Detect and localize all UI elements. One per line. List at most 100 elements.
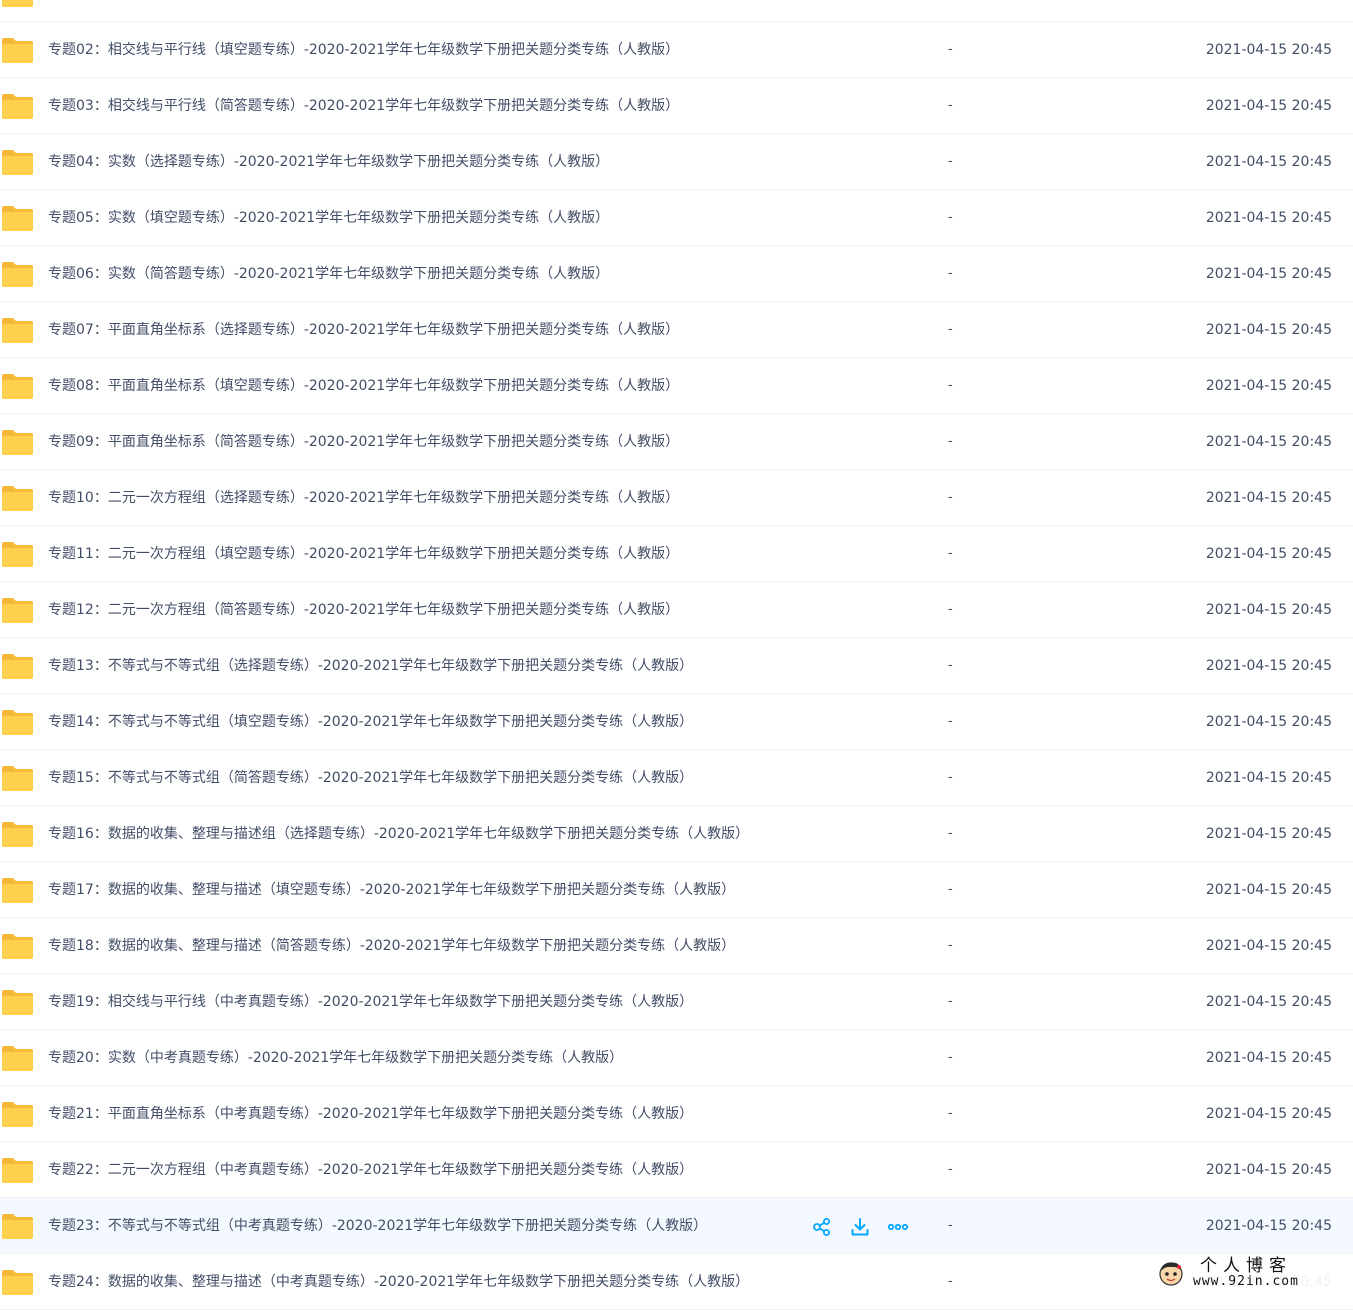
file-row[interactable]: 专题18：数据的收集、整理与描述（简答题专练）-2020-2021学年七年级数学… [0, 918, 1353, 974]
file-name-link[interactable]: 专题05：实数（填空题专练）-2020-2021学年七年级数学下册把关题分类专练… [48, 190, 609, 246]
file-size: - [948, 974, 953, 1030]
folder-icon [1, 765, 34, 792]
file-row[interactable]: 专题04：实数（选择题专练）-2020-2021学年七年级数学下册把关题分类专练… [0, 134, 1353, 190]
folder-icon [1, 429, 34, 456]
file-name-link[interactable]: 专题02：相交线与平行线（填空题专练）-2020-2021学年七年级数学下册把关… [48, 22, 679, 78]
folder-icon [1, 877, 34, 904]
file-date: 2021-04-15 20:45 [1206, 78, 1332, 134]
file-row[interactable]: 专题12：二元一次方程组（简答题专练）-2020-2021学年七年级数学下册把关… [0, 582, 1353, 638]
file-row[interactable]: 专题20：实数（中考真题专练）-2020-2021学年七年级数学下册把关题分类专… [0, 1030, 1353, 1086]
file-row[interactable]: 专题17：数据的收集、整理与描述（填空题专练）-2020-2021学年七年级数学… [0, 862, 1353, 918]
folder-icon [1, 821, 34, 848]
file-row[interactable]: 专题09：平面直角坐标系（简答题专练）-2020-2021学年七年级数学下册把关… [0, 414, 1353, 470]
file-date: 2021-04-15 20:45 [1206, 526, 1332, 582]
watermark-text: 个人博客 www.92in.com [1193, 1258, 1299, 1288]
more-button[interactable] [886, 1215, 910, 1239]
file-size: - [948, 414, 953, 470]
file-size: - [948, 1254, 953, 1310]
folder-icon [1, 205, 34, 232]
file-row[interactable]: 专题02：相交线与平行线（填空题专练）-2020-2021学年七年级数学下册把关… [0, 22, 1353, 78]
file-date: 2021-04-15 20:45 [1206, 694, 1332, 750]
file-size: - [948, 22, 953, 78]
file-row[interactable]: 专题03：相交线与平行线（简答题专练）-2020-2021学年七年级数学下册把关… [0, 78, 1353, 134]
file-row[interactable]: 专题13：不等式与不等式组（选择题专练）-2020-2021学年七年级数学下册把… [0, 638, 1353, 694]
file-size: - [948, 694, 953, 750]
file-date: 2021-04-15 20:45 [1206, 302, 1332, 358]
file-row[interactable]: 专题06：实数（简答题专练）-2020-2021学年七年级数学下册把关题分类专练… [0, 246, 1353, 302]
download-button[interactable] [848, 1215, 872, 1239]
file-name-link[interactable]: 专题11：二元一次方程组（填空题专练）-2020-2021学年七年级数学下册把关… [48, 526, 679, 582]
file-date: 2021-04-15 20:45 [1206, 246, 1332, 302]
watermark-url: www.92in.com [1193, 1275, 1299, 1288]
share-button[interactable] [810, 1215, 834, 1239]
file-name-link[interactable]: 专题14：不等式与不等式组（填空题专练）-2020-2021学年七年级数学下册把… [48, 694, 693, 750]
folder-icon [1, 709, 34, 736]
file-size: - [948, 358, 953, 414]
watermark-title: 个人博客 [1193, 1258, 1299, 1275]
file-name-link[interactable]: 专题19：相交线与平行线（中考真题专练）-2020-2021学年七年级数学下册把… [48, 974, 693, 1030]
file-name-link[interactable]: 专题20：实数（中考真题专练）-2020-2021学年七年级数学下册把关题分类专… [48, 1030, 623, 1086]
file-size: - [948, 134, 953, 190]
file-size: - [948, 470, 953, 526]
file-name-link[interactable]: 专题12：二元一次方程组（简答题专练）-2020-2021学年七年级数学下册把关… [48, 582, 679, 638]
file-row[interactable]: 专题07：平面直角坐标系（选择题专练）-2020-2021学年七年级数学下册把关… [0, 302, 1353, 358]
file-name-link[interactable]: 专题06：实数（简答题专练）-2020-2021学年七年级数学下册把关题分类专练… [48, 246, 609, 302]
file-row[interactable]: 专题01：相交线与平行线（选择题专练）-2020-2021学年七年级数学下册把关… [0, 0, 1353, 22]
file-name-link[interactable]: 专题08：平面直角坐标系（填空题专练）-2020-2021学年七年级数学下册把关… [48, 358, 679, 414]
file-name-link[interactable]: 专题09：平面直角坐标系（简答题专练）-2020-2021学年七年级数学下册把关… [48, 414, 679, 470]
file-name-link[interactable]: 专题18：数据的收集、整理与描述（简答题专练）-2020-2021学年七年级数学… [48, 918, 735, 974]
file-row[interactable]: 专题10：二元一次方程组（选择题专练）-2020-2021学年七年级数学下册把关… [0, 470, 1353, 526]
file-name-link[interactable]: 专题03：相交线与平行线（简答题专练）-2020-2021学年七年级数学下册把关… [48, 78, 679, 134]
file-date: 2021-04-15 20:45 [1206, 190, 1332, 246]
file-row[interactable]: 专题22：二元一次方程组（中考真题专练）-2020-2021学年七年级数学下册把… [0, 1142, 1353, 1198]
file-date: 2021-04-15 20:45 [1206, 638, 1332, 694]
folder-icon [1, 485, 34, 512]
file-date: 2021-04-15 20:45 [1206, 1086, 1332, 1142]
file-size: - [948, 0, 953, 22]
file-row[interactable]: 专题11：二元一次方程组（填空题专练）-2020-2021学年七年级数学下册把关… [0, 526, 1353, 582]
file-size: - [948, 1198, 953, 1254]
file-name-link[interactable]: 专题16：数据的收集、整理与描述组（选择题专练）-2020-2021学年七年级数… [48, 806, 749, 862]
file-name-link[interactable]: 专题01：相交线与平行线（选择题专练）-2020-2021学年七年级数学下册把关… [48, 0, 679, 22]
file-row[interactable]: 专题19：相交线与平行线（中考真题专练）-2020-2021学年七年级数学下册把… [0, 974, 1353, 1030]
folder-icon [1, 317, 34, 344]
file-name-link[interactable]: 专题04：实数（选择题专练）-2020-2021学年七年级数学下册把关题分类专练… [48, 134, 609, 190]
file-size: - [948, 246, 953, 302]
file-date: 2021-04-15 20:45 [1206, 1198, 1332, 1254]
file-size: - [948, 302, 953, 358]
file-name-link[interactable]: 专题22：二元一次方程组（中考真题专练）-2020-2021学年七年级数学下册把… [48, 1142, 693, 1198]
share-icon [812, 1217, 832, 1237]
file-row[interactable]: 专题14：不等式与不等式组（填空题专练）-2020-2021学年七年级数学下册把… [0, 694, 1353, 750]
file-name-link[interactable]: 专题10：二元一次方程组（选择题专练）-2020-2021学年七年级数学下册把关… [48, 470, 679, 526]
file-date: 2021-04-15 20:45 [1206, 862, 1332, 918]
file-size: - [948, 582, 953, 638]
file-row[interactable]: 专题21：平面直角坐标系（中考真题专练）-2020-2021学年七年级数学下册把… [0, 1086, 1353, 1142]
file-date: 2021-04-15 20:45 [1206, 0, 1332, 22]
file-row[interactable]: 专题05：实数（填空题专练）-2020-2021学年七年级数学下册把关题分类专练… [0, 190, 1353, 246]
file-name-link[interactable]: 专题23：不等式与不等式组（中考真题专练）-2020-2021学年七年级数学下册… [48, 1198, 707, 1254]
file-date: 2021-04-15 20:45 [1206, 470, 1332, 526]
file-date: 2021-04-15 20:45 [1206, 918, 1332, 974]
file-row[interactable]: 专题16：数据的收集、整理与描述组（选择题专练）-2020-2021学年七年级数… [0, 806, 1353, 862]
file-name-link[interactable]: 专题21：平面直角坐标系（中考真题专练）-2020-2021学年七年级数学下册把… [48, 1086, 693, 1142]
file-size: - [948, 78, 953, 134]
file-name-link[interactable]: 专题07：平面直角坐标系（选择题专练）-2020-2021学年七年级数学下册把关… [48, 302, 679, 358]
file-row[interactable]: 专题15：不等式与不等式组（简答题专练）-2020-2021学年七年级数学下册把… [0, 750, 1353, 806]
file-name-link[interactable]: 专题13：不等式与不等式组（选择题专练）-2020-2021学年七年级数学下册把… [48, 638, 693, 694]
download-icon [850, 1217, 870, 1237]
folder-icon [1, 93, 34, 120]
avatar-logo-icon [1157, 1259, 1185, 1287]
file-row[interactable]: 专题23：不等式与不等式组（中考真题专练）-2020-2021学年七年级数学下册… [0, 1198, 1353, 1254]
file-name-link[interactable]: 专题17：数据的收集、整理与描述（填空题专练）-2020-2021学年七年级数学… [48, 862, 735, 918]
file-row[interactable]: 专题08：平面直角坐标系（填空题专练）-2020-2021学年七年级数学下册把关… [0, 358, 1353, 414]
file-size: - [948, 638, 953, 694]
file-size: - [948, 750, 953, 806]
folder-icon [1, 37, 34, 64]
file-size: - [948, 862, 953, 918]
file-name-link[interactable]: 专题24：数据的收集、整理与描述（中考真题专练）-2020-2021学年七年级数… [48, 1254, 749, 1310]
file-date: 2021-04-15 20:45 [1206, 974, 1332, 1030]
more-icon [887, 1217, 909, 1237]
file-name-link[interactable]: 专题15：不等式与不等式组（简答题专练）-2020-2021学年七年级数学下册把… [48, 750, 693, 806]
folder-icon [1, 149, 34, 176]
file-size: - [948, 1142, 953, 1198]
